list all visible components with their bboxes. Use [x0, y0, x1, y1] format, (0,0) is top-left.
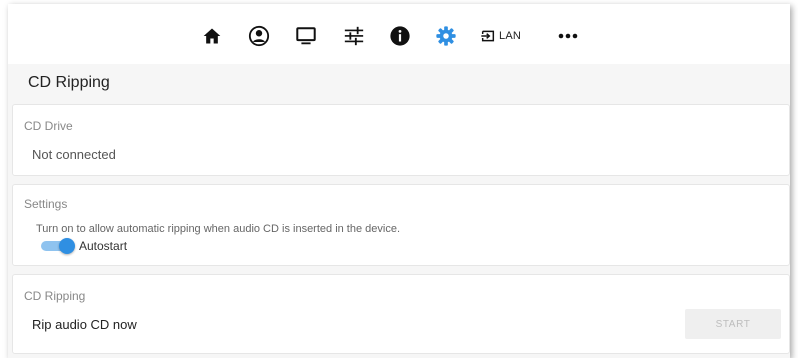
account-icon[interactable] — [247, 24, 271, 48]
cd-drive-status: Not connected — [32, 147, 116, 162]
card-title: CD Drive — [24, 119, 73, 133]
rip-action-label: Rip audio CD now — [32, 317, 137, 332]
cd-drive-card: CD Drive Not connected — [12, 104, 790, 176]
gear-icon[interactable] — [434, 24, 458, 48]
input-icon — [481, 30, 495, 42]
main-panel: LAN CD Ripping CD Drive Not connected Se… — [8, 4, 790, 358]
equalizer-sliders-icon[interactable] — [342, 24, 366, 48]
info-icon[interactable] — [388, 24, 412, 48]
autostart-toggle[interactable] — [39, 238, 75, 254]
input-source-lan[interactable]: LAN — [480, 24, 530, 48]
top-navigation: LAN — [8, 4, 790, 64]
autostart-description: Turn on to allow automatic ripping when … — [36, 223, 401, 235]
cd-ripping-card: CD Ripping Rip audio CD now START — [12, 274, 790, 354]
monitor-icon[interactable] — [293, 24, 319, 48]
settings-card: Settings Turn on to allow automatic ripp… — [12, 184, 790, 266]
start-button[interactable]: START — [685, 309, 781, 339]
more-icon[interactable] — [557, 24, 579, 48]
page-title: CD Ripping — [28, 74, 110, 91]
app-frame: LAN CD Ripping CD Drive Not connected Se… — [0, 0, 798, 358]
toggle-knob — [59, 238, 75, 254]
autostart-label: Autostart — [79, 239, 128, 253]
input-source-label: LAN — [499, 30, 521, 42]
home-icon[interactable] — [200, 24, 224, 48]
card-title: CD Ripping — [24, 289, 86, 303]
card-title: Settings — [24, 197, 68, 211]
